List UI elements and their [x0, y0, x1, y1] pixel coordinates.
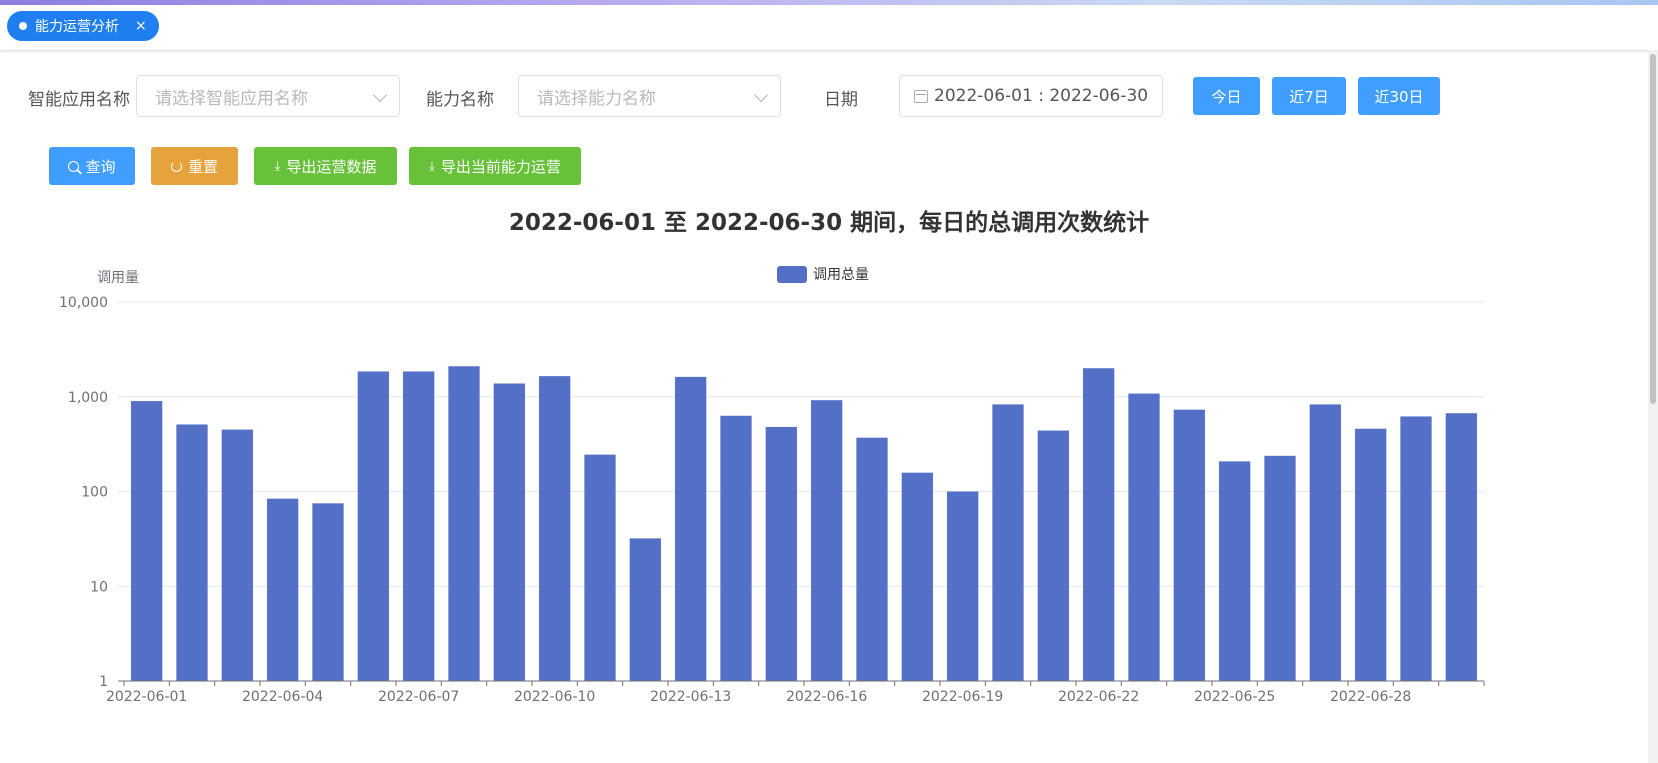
bar[interactable]: [221, 429, 253, 681]
x-tick-label: 2022-06-16: [786, 689, 867, 705]
export-ops-data-label: 导出运营数据: [286, 157, 377, 176]
bar[interactable]: [1264, 455, 1296, 681]
download-icon: ⤓: [429, 158, 435, 174]
bar[interactable]: [1445, 413, 1477, 681]
export-ops-data-button[interactable]: ⤓ 导出运营数据: [254, 147, 397, 185]
x-tick-label: 2022-06-22: [1058, 689, 1139, 705]
x-tick-label: 2022-06-07: [378, 689, 459, 705]
export-current-ability-button[interactable]: ⤓ 导出当前能力运营: [409, 147, 581, 185]
bar[interactable]: [992, 404, 1024, 681]
x-tick-label: 2022-06-01: [106, 689, 187, 705]
ability-name-placeholder: 请选择能力名称: [537, 88, 656, 109]
y-axis-label: 调用量: [97, 270, 139, 286]
bar[interactable]: [1037, 430, 1069, 681]
search-icon: [68, 160, 80, 172]
legend-swatch: [777, 265, 807, 283]
calendar-icon: [914, 89, 928, 103]
download-icon: ⤓: [274, 158, 281, 174]
x-tick-label: 2022-06-28: [1330, 689, 1411, 705]
bar[interactable]: [357, 371, 389, 681]
bar[interactable]: [1355, 428, 1387, 681]
date-range-picker[interactable]: 2022-06-01 : 2022-06-30: [899, 75, 1163, 117]
bar[interactable]: [629, 538, 661, 681]
date-label: 日期: [824, 90, 858, 110]
bar[interactable]: [765, 426, 797, 681]
bar[interactable]: [811, 400, 843, 681]
app-name-label: 智能应用名称: [28, 90, 130, 110]
x-tick-label: 2022-06-04: [242, 689, 323, 705]
query-button-label: 查询: [85, 157, 116, 176]
x-tick-label: 2022-06-25: [1194, 689, 1275, 705]
bar[interactable]: [312, 503, 344, 681]
chevron-down-icon: [372, 87, 388, 103]
last-7-days-button[interactable]: 近7日: [1272, 77, 1346, 115]
bar[interactable]: [131, 401, 163, 681]
chart-title: 2022-06-01 至 2022-06-30 期间，每日的总调用次数统计: [508, 210, 1150, 236]
bar[interactable]: [675, 376, 707, 681]
tab-strip: 能力运营分析 ×: [0, 5, 1658, 51]
tab-ability-ops[interactable]: 能力运营分析 ×: [7, 11, 159, 41]
export-current-ability-label: 导出当前能力运营: [440, 157, 561, 176]
ability-name-select[interactable]: 请选择能力名称: [518, 75, 781, 117]
y-tick-label: 100: [81, 485, 108, 501]
y-tick-label: 10,000: [59, 295, 108, 311]
bar[interactable]: [1173, 409, 1205, 681]
bar[interactable]: [901, 472, 933, 681]
bar[interactable]: [720, 415, 752, 681]
close-icon[interactable]: ×: [135, 18, 147, 34]
bar[interactable]: [176, 424, 208, 681]
query-button[interactable]: 查询: [49, 147, 135, 185]
y-tick-label: 10: [90, 579, 108, 595]
last-30-days-button[interactable]: 近30日: [1358, 77, 1440, 115]
tab-active-dot-icon: [19, 22, 27, 30]
date-range-value: 2022-06-01 : 2022-06-30: [934, 86, 1149, 106]
bar[interactable]: [584, 454, 616, 681]
bar[interactable]: [856, 437, 888, 681]
legend-label: 调用总量: [813, 267, 869, 283]
reset-button[interactable]: 重置: [151, 147, 238, 185]
app-name-select[interactable]: 请选择智能应用名称: [136, 75, 400, 117]
bar[interactable]: [448, 366, 480, 681]
bar[interactable]: [1219, 461, 1251, 681]
app-name-placeholder: 请选择智能应用名称: [155, 88, 308, 109]
x-tick-label: 2022-06-13: [650, 689, 731, 705]
page-scrollbar[interactable]: [1648, 50, 1658, 763]
chart-legend[interactable]: 调用总量: [777, 264, 869, 284]
bar[interactable]: [1083, 368, 1115, 681]
bar[interactable]: [267, 498, 299, 681]
bar[interactable]: [493, 383, 525, 681]
chevron-down-icon: [753, 87, 769, 103]
bar[interactable]: [947, 491, 979, 682]
reset-button-label: 重置: [187, 157, 218, 176]
bar[interactable]: [539, 376, 571, 681]
bar[interactable]: [1309, 404, 1341, 681]
x-tick-label: 2022-06-10: [514, 689, 595, 705]
bar[interactable]: [1400, 416, 1432, 681]
bar[interactable]: [1128, 393, 1160, 681]
ability-name-label: 能力名称: [426, 90, 494, 110]
bar[interactable]: [403, 371, 435, 681]
y-tick-label: 1: [99, 674, 108, 690]
x-tick-label: 2022-06-19: [922, 689, 1003, 705]
refresh-icon: [170, 160, 182, 172]
y-tick-label: 1,000: [68, 390, 108, 406]
today-button[interactable]: 今日: [1193, 77, 1260, 115]
tab-label: 能力运营分析: [35, 19, 119, 35]
